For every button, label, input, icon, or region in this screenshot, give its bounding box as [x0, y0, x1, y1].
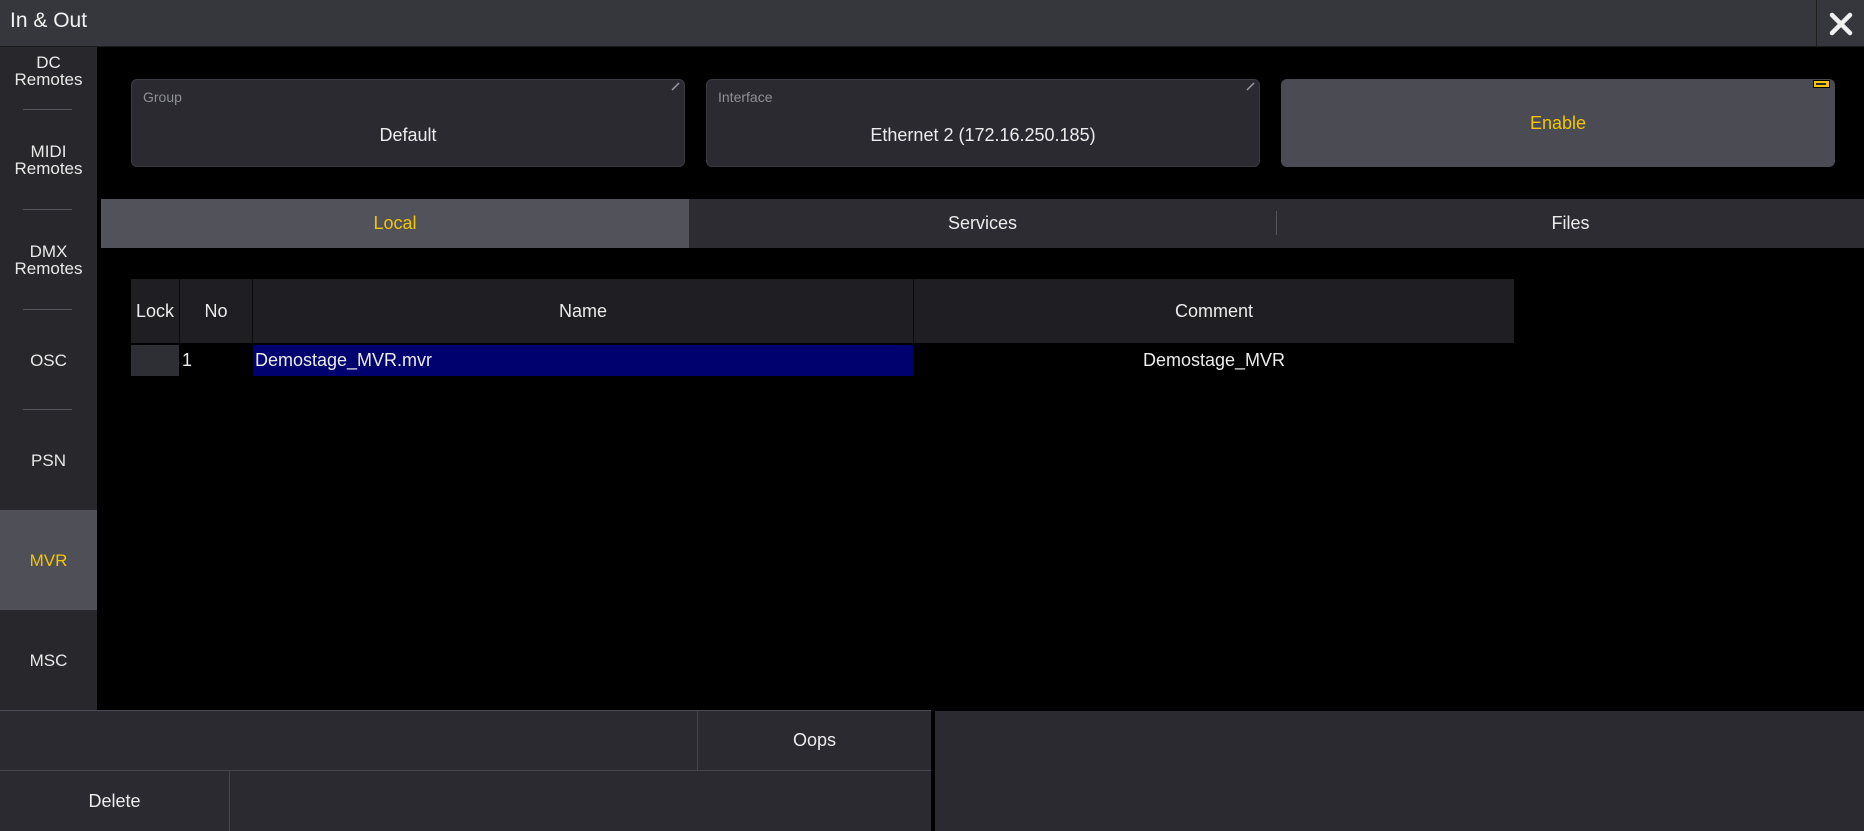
lock-cell[interactable]: [131, 345, 179, 376]
sidebar-item-label: OSC: [30, 350, 67, 370]
window-title: In & Out: [10, 9, 88, 32]
sidebar-item-mvr[interactable]: MVR: [0, 510, 97, 610]
interface-field[interactable]: Interface Ethernet 2 (172.16.250.185): [706, 79, 1260, 167]
enable-button[interactable]: Enable: [1281, 79, 1835, 167]
sidebar-item-osc[interactable]: OSC: [0, 310, 97, 410]
column-header-comment[interactable]: Comment: [914, 279, 1514, 343]
oops-button[interactable]: Oops: [697, 711, 931, 770]
group-field-label: Group: [143, 89, 182, 105]
status-led-icon: [1813, 80, 1830, 88]
sidebar-item-psn[interactable]: PSN: [0, 410, 97, 510]
tab-label: Services: [947, 213, 1018, 233]
sidebar-item-msc[interactable]: MSC: [0, 610, 97, 710]
column-header-label: Comment: [1174, 300, 1254, 321]
comment-value: Demostage_MVR: [1142, 350, 1286, 370]
sidebar-item-label: MIDI Remotes: [14, 142, 83, 178]
close-icon: [1829, 12, 1852, 35]
sidebar-item-midi-remotes[interactable]: MIDI Remotes: [0, 110, 97, 210]
delete-button-label: Delete: [88, 790, 141, 811]
tab-label: Local: [373, 213, 417, 233]
tab-services[interactable]: Services: [689, 199, 1276, 248]
sidebar-item-label: DMX Remotes: [14, 242, 83, 278]
tab-local[interactable]: Local: [101, 199, 689, 248]
tab-bar: Local Services Files: [101, 199, 1864, 248]
tab-files[interactable]: Files: [1277, 199, 1864, 248]
sidebar-item-label: PSN: [31, 450, 66, 470]
tab-label: Files: [1551, 213, 1590, 233]
no-cell[interactable]: 1: [182, 345, 252, 376]
interface-field-value: Ethernet 2 (172.16.250.185): [870, 125, 1096, 145]
sidebar-item-label: MVR: [29, 550, 68, 570]
oops-button-label: Oops: [792, 730, 837, 750]
sidebar-item-dc-remotes[interactable]: DC Remotes: [0, 31, 97, 111]
delete-button[interactable]: Delete: [0, 771, 230, 831]
column-header-label: Name: [558, 300, 607, 321]
no-value: 1: [182, 350, 193, 370]
group-field[interactable]: Group Default: [131, 79, 685, 167]
title-bar: In & Out: [0, 0, 1864, 47]
column-header-label: No: [204, 300, 228, 321]
sidebar-item-label: MSC: [29, 650, 68, 670]
column-header-lock[interactable]: Lock: [131, 279, 180, 343]
edit-corner-icon: [671, 82, 680, 91]
interface-field-label: Interface: [718, 89, 773, 105]
close-button[interactable]: [1816, 0, 1864, 47]
sidebar-item-label: DC Remotes: [14, 53, 83, 89]
group-field-value: Default: [379, 125, 437, 145]
bottom-right-panel: [933, 711, 1864, 831]
name-cell[interactable]: Demostage_MVR.mvr: [253, 345, 913, 376]
comment-cell[interactable]: Demostage_MVR: [914, 345, 1514, 376]
enable-button-label: Enable: [1529, 112, 1587, 133]
sidebar-item-dmx-remotes[interactable]: DMX Remotes: [0, 210, 97, 310]
column-header-no[interactable]: No: [180, 279, 253, 343]
column-header-name[interactable]: Name: [253, 279, 914, 343]
edit-corner-icon: [1246, 82, 1255, 91]
sidebar: DC Remotes MIDI Remotes DMX Remotes OSC …: [0, 47, 97, 710]
name-value: Demostage_MVR.mvr: [255, 350, 433, 370]
column-header-label: Lock: [135, 300, 175, 321]
